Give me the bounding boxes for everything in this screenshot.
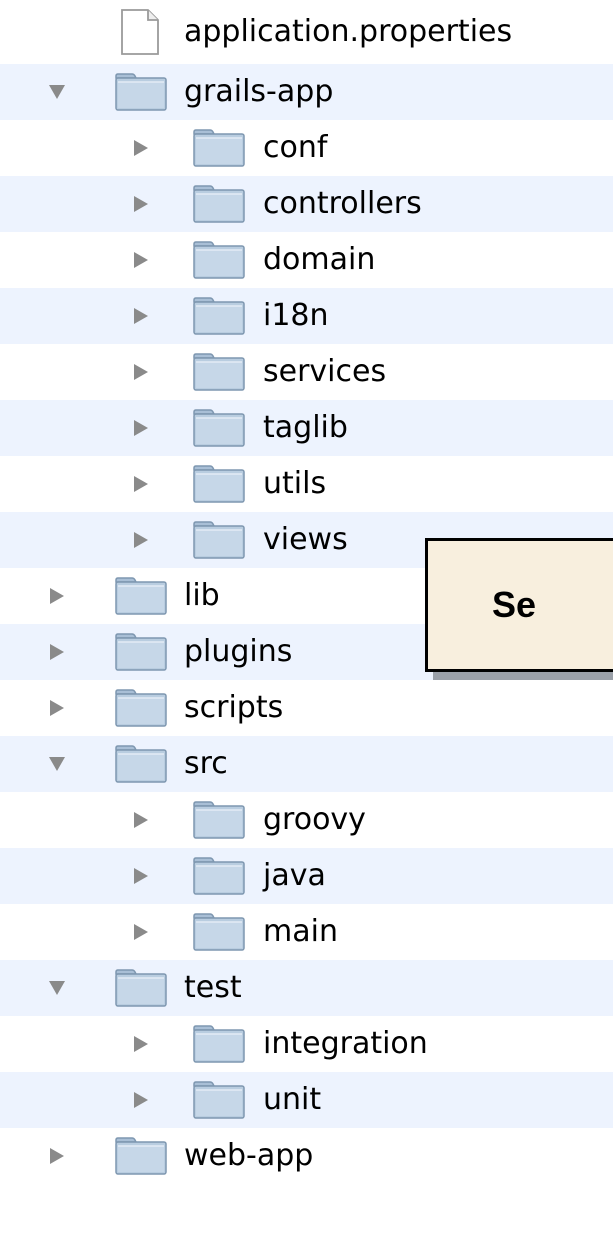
disclosure-collapsed-icon[interactable] [46, 585, 68, 607]
folder-icon [114, 688, 168, 728]
folder-icon [192, 184, 246, 224]
tree-item-label: application.properties [184, 14, 513, 49]
folder-icon [192, 1024, 246, 1064]
tree-item-label: controllers [263, 186, 422, 221]
folder-icon [192, 856, 246, 896]
tree-item-label: services [263, 354, 387, 389]
folder-icon [114, 1136, 168, 1176]
disclosure-collapsed-icon[interactable] [130, 473, 152, 495]
folder-icon [192, 800, 246, 840]
tree-row-i18n[interactable]: i18n [0, 288, 613, 344]
tree-row-application-properties[interactable]: application.properties [0, 0, 613, 64]
tree-item-label: scripts [184, 690, 284, 725]
folder-icon [192, 464, 246, 504]
tree-row-domain[interactable]: domain [0, 232, 613, 288]
tree-item-label: views [263, 522, 348, 557]
tree-row-utils[interactable]: utils [0, 456, 613, 512]
disclosure-collapsed-icon[interactable] [130, 249, 152, 271]
folder-icon [114, 72, 168, 112]
disclosure-collapsed-icon[interactable] [130, 1033, 152, 1055]
disclosure-collapsed-icon[interactable] [130, 417, 152, 439]
tree-row-java[interactable]: java [0, 848, 613, 904]
tree-row-scripts[interactable]: scripts [0, 680, 613, 736]
tree-row-integration[interactable]: integration [0, 1016, 613, 1072]
tree-item-label: groovy [263, 802, 366, 837]
tree-row-groovy[interactable]: groovy [0, 792, 613, 848]
tree-item-label: test [184, 970, 242, 1005]
tree-row-main[interactable]: main [0, 904, 613, 960]
tree-item-label: domain [263, 242, 376, 277]
disclosure-expanded-icon[interactable] [46, 753, 68, 775]
tree-item-label: lib [184, 578, 220, 613]
tree-item-label: web-app [184, 1138, 314, 1173]
folder-icon [114, 744, 168, 784]
disclosure-collapsed-icon[interactable] [130, 193, 152, 215]
disclosure-collapsed-icon[interactable] [46, 1145, 68, 1167]
tree-row-test[interactable]: test [0, 960, 613, 1016]
disclosure-collapsed-icon[interactable] [130, 809, 152, 831]
folder-icon [192, 240, 246, 280]
folder-icon [192, 296, 246, 336]
tree-row-controllers[interactable]: controllers [0, 176, 613, 232]
tree-item-label: utils [263, 466, 327, 501]
tree-row-src[interactable]: src [0, 736, 613, 792]
tree-row-taglib[interactable]: taglib [0, 400, 613, 456]
folder-icon [114, 576, 168, 616]
tree-item-label: i18n [263, 298, 329, 333]
tree-row-unit[interactable]: unit [0, 1072, 613, 1128]
callout-text: Se [492, 584, 537, 625]
folder-icon [192, 408, 246, 448]
disclosure-collapsed-icon[interactable] [46, 641, 68, 663]
disclosure-expanded-icon[interactable] [46, 977, 68, 999]
tree-item-label: conf [263, 130, 328, 165]
disclosure-collapsed-icon[interactable] [130, 305, 152, 327]
disclosure-collapsed-icon[interactable] [130, 361, 152, 383]
folder-icon [192, 352, 246, 392]
tree-row-web-app[interactable]: web-app [0, 1128, 613, 1184]
tree-item-label: integration [263, 1026, 428, 1061]
callout-box: Se [425, 538, 613, 672]
disclosure-collapsed-icon[interactable] [130, 1089, 152, 1111]
tree-row-services[interactable]: services [0, 344, 613, 400]
tree-item-label: main [263, 914, 338, 949]
tree-row-conf[interactable]: conf [0, 120, 613, 176]
file-icon [120, 8, 160, 56]
disclosure-collapsed-icon[interactable] [130, 137, 152, 159]
folder-icon [192, 520, 246, 560]
folder-icon [192, 128, 246, 168]
tree-item-label: src [184, 746, 228, 781]
folder-icon [192, 1080, 246, 1120]
disclosure-collapsed-icon[interactable] [130, 529, 152, 551]
folder-icon [114, 968, 168, 1008]
folder-icon [114, 632, 168, 672]
disclosure-expanded-icon[interactable] [46, 81, 68, 103]
tree-row-grails-app[interactable]: grails-app [0, 64, 613, 120]
tree-item-label: java [263, 858, 326, 893]
folder-icon [192, 912, 246, 952]
disclosure-collapsed-icon[interactable] [130, 865, 152, 887]
disclosure-collapsed-icon[interactable] [46, 697, 68, 719]
tree-item-label: grails-app [184, 74, 334, 109]
tree-item-label: plugins [184, 634, 293, 669]
disclosure-collapsed-icon[interactable] [130, 921, 152, 943]
tree-item-label: unit [263, 1082, 322, 1117]
tree-item-label: taglib [263, 410, 348, 445]
